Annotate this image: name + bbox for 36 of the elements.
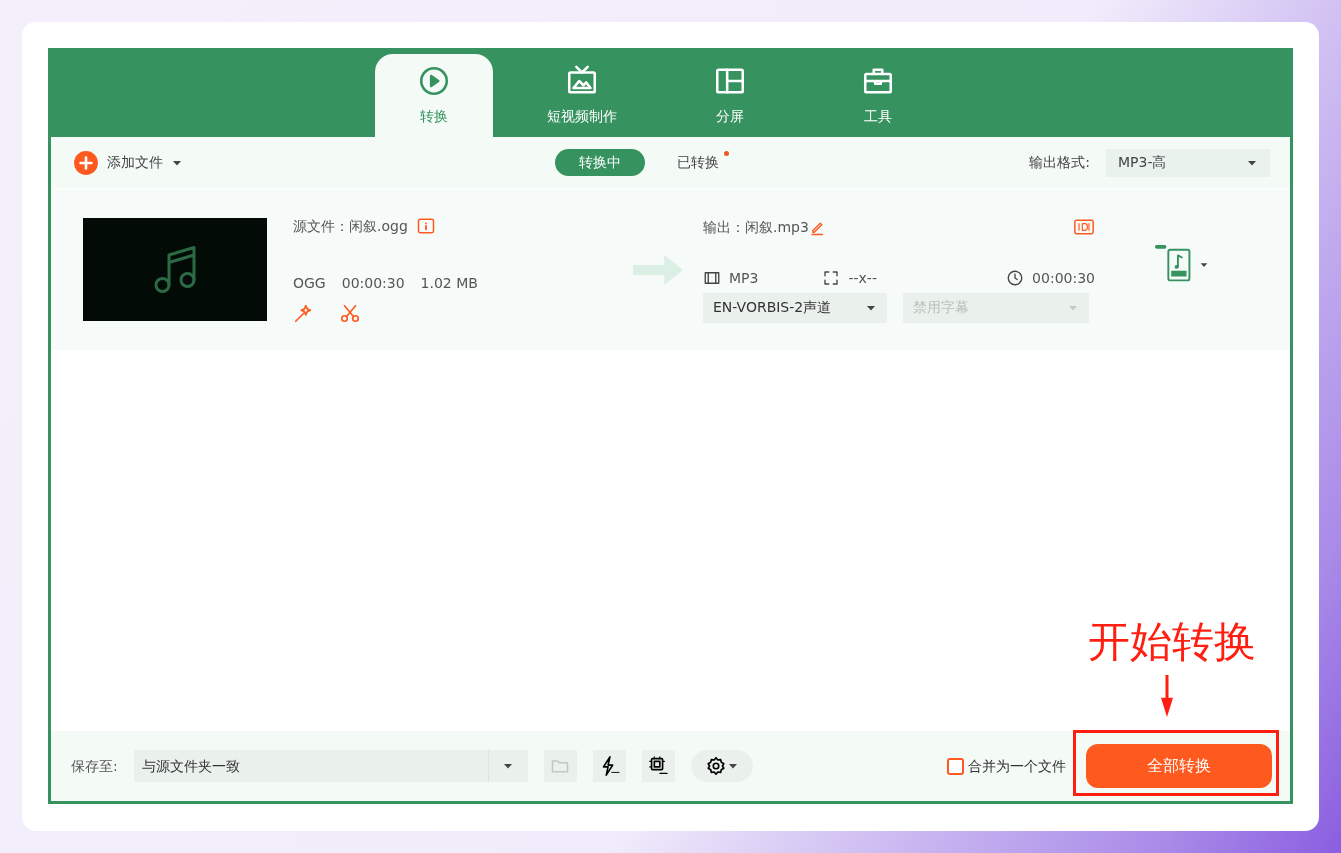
save-path-field[interactable]: 与源文件夹一致 xyxy=(133,750,528,782)
chip-off-icon xyxy=(647,755,670,777)
source-format: OGG xyxy=(293,273,326,293)
status-tab[interactable]: 转换中 xyxy=(555,149,645,176)
format-label: 输出格式: xyxy=(1029,153,1090,172)
output-format: MP3 xyxy=(729,268,759,288)
tab[interactable]: 分屏 xyxy=(670,54,789,137)
info-icon xyxy=(415,216,436,236)
source-size: 1.02 MB xyxy=(420,273,478,293)
film-icon xyxy=(703,269,721,287)
tab[interactable]: 短视频制作 xyxy=(522,54,641,137)
speed-off-button[interactable] xyxy=(592,750,626,782)
status-tab[interactable]: 已转换 xyxy=(653,149,743,176)
expand-icon xyxy=(822,269,841,287)
settings-icon xyxy=(704,755,727,777)
arrow-icon xyxy=(633,254,683,285)
new-dot xyxy=(724,151,729,156)
merge-checkbox[interactable]: 合并为一个文件 xyxy=(947,755,1066,777)
tab[interactable]: 转换 xyxy=(374,54,493,137)
id3-tag-icon[interactable] xyxy=(1073,217,1095,237)
audio-track-dropdown[interactable]: EN-VORBIS-2声道 xyxy=(703,292,887,323)
clock-icon xyxy=(1006,269,1025,287)
save-to-label: 保存至: xyxy=(71,756,118,776)
annotation-text: 开始转换 xyxy=(1088,621,1256,663)
output-resolution: --x-- xyxy=(848,268,877,288)
tab[interactable]: 工具 xyxy=(818,54,937,137)
add-file-button[interactable]: 添加文件 xyxy=(73,149,183,176)
down-arrow-icon xyxy=(1158,675,1176,717)
output-file-name: 输出：闲叙.mp3 xyxy=(703,217,809,237)
plus-icon xyxy=(73,149,99,176)
source-file-name: 源文件：闲叙.ogg xyxy=(293,216,408,236)
hardware-off-button[interactable] xyxy=(641,750,675,782)
source-duration: 00:00:30 xyxy=(341,273,405,293)
settings-button[interactable] xyxy=(690,750,753,782)
output-duration: 00:00:30 xyxy=(1032,268,1095,288)
format-dropdown[interactable]: MP3-高 xyxy=(1106,148,1270,177)
